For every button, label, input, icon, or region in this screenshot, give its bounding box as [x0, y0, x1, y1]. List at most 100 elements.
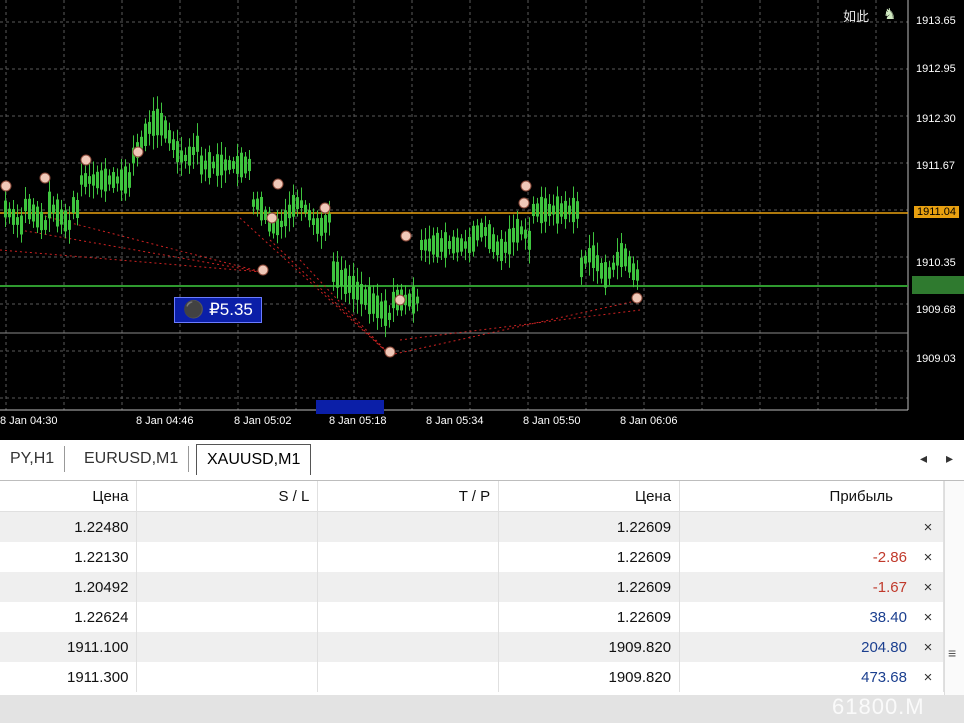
- candle: [548, 203, 551, 217]
- candle: [88, 176, 91, 184]
- price-axis-label: 1912.95: [916, 63, 956, 75]
- price-axis-label: 1913.65: [916, 15, 956, 27]
- candle: [76, 199, 79, 219]
- table-row[interactable]: 1.22480 1.22609 ×: [0, 511, 944, 542]
- cell-tp[interactable]: [317, 602, 500, 632]
- time-axis-label: 8 Jan 04:30: [0, 415, 58, 427]
- candle: [240, 152, 243, 178]
- cell-sl[interactable]: [136, 632, 319, 662]
- cell-profit: 38.40 ×: [679, 602, 944, 632]
- close-position-icon[interactable]: ×: [921, 639, 935, 656]
- cell-open-price: 1911.300: [0, 662, 138, 692]
- close-position-icon[interactable]: ×: [921, 669, 935, 686]
- profit-value: 473.68: [861, 668, 907, 686]
- tab-py-h1[interactable]: PY,H1: [0, 446, 66, 472]
- table-row[interactable]: 1.20492 1.22609 -1.67 ×: [0, 572, 944, 602]
- cell-tp[interactable]: [317, 572, 500, 602]
- candle: [380, 301, 383, 319]
- candle: [428, 238, 431, 252]
- price-axis-label: 1911.67: [916, 160, 955, 172]
- col-header-price[interactable]: Цена: [498, 481, 681, 512]
- candle: [232, 161, 235, 169]
- col-header-open-price[interactable]: Цена: [0, 481, 138, 512]
- candle: [624, 248, 627, 267]
- menu-lines-icon[interactable]: ≡: [948, 645, 956, 661]
- col-header-tp[interactable]: T / P: [317, 481, 500, 512]
- tab-scroll-left-icon[interactable]: ◂: [920, 450, 927, 467]
- candle: [44, 220, 47, 230]
- order-price-label-partial[interactable]: [316, 400, 384, 414]
- candle: [84, 173, 87, 187]
- table-row[interactable]: 1911.300 1909.820 473.68 ×: [0, 662, 944, 692]
- trade-marker: [394, 294, 406, 306]
- trade-marker: [319, 202, 331, 214]
- candle: [524, 229, 527, 239]
- candle: [592, 245, 595, 268]
- candle: [472, 225, 475, 252]
- candle: [448, 241, 451, 249]
- candle: [320, 217, 323, 236]
- col-header-profit[interactable]: Прибыль: [679, 481, 944, 512]
- tab-scroll-right-icon[interactable]: ▸: [946, 450, 953, 467]
- candle: [280, 220, 283, 228]
- cell-sl[interactable]: [136, 602, 319, 632]
- cell-tp[interactable]: [317, 542, 500, 572]
- close-position-icon[interactable]: ×: [921, 549, 935, 566]
- candle: [48, 191, 51, 219]
- close-position-icon[interactable]: ×: [921, 579, 935, 596]
- candle: [292, 194, 295, 217]
- price-chart[interactable]: 1913.65 1912.95 1912.30 1911.67 1911.04 1910.…: [0, 0, 964, 440]
- candle: [156, 108, 159, 136]
- tab-xauusd-m1[interactable]: XAUUSD,M1: [196, 444, 312, 475]
- candle: [128, 172, 131, 188]
- account-text: 如此: [843, 9, 870, 24]
- table-scrollbar[interactable]: [944, 481, 964, 695]
- cell-tp[interactable]: [317, 662, 500, 692]
- candle: [544, 198, 547, 222]
- close-position-icon[interactable]: ×: [921, 609, 935, 626]
- cell-tp[interactable]: [317, 632, 500, 662]
- candle: [328, 213, 331, 223]
- cell-sl[interactable]: [136, 572, 319, 602]
- candle: [496, 241, 499, 256]
- candle: [144, 123, 147, 146]
- chart-canvas[interactable]: [0, 0, 964, 440]
- candle: [152, 110, 155, 136]
- candle: [60, 209, 63, 225]
- candle: [212, 161, 215, 169]
- trade-history-line: [39, 214, 263, 273]
- candle: [464, 241, 467, 249]
- cell-tp[interactable]: [317, 511, 500, 542]
- cell-open-price: 1.22480: [0, 511, 138, 542]
- order-price-label[interactable]: ⚫ ₽5.35: [174, 297, 262, 323]
- candle: [476, 225, 479, 241]
- cell-price: 1909.820: [498, 662, 681, 692]
- trade-marker: [39, 172, 51, 184]
- candle: [528, 230, 531, 250]
- table-row[interactable]: 1911.100 1909.820 204.80 ×: [0, 632, 944, 662]
- table-row[interactable]: 1.22130 1.22609 -2.86 ×: [0, 542, 944, 572]
- tab-eurusd-m1[interactable]: EURUSD,M1: [74, 446, 190, 472]
- trade-marker: [518, 197, 530, 209]
- cell-sl[interactable]: [136, 511, 319, 542]
- cell-profit: -2.86 ×: [679, 542, 944, 572]
- candle: [516, 218, 519, 243]
- candle: [288, 204, 291, 219]
- col-header-sl[interactable]: S / L: [136, 481, 319, 512]
- close-position-icon[interactable]: ×: [921, 519, 935, 536]
- candle: [16, 217, 19, 225]
- candle: [568, 205, 571, 215]
- cell-profit: 204.80 ×: [679, 632, 944, 662]
- candle: [220, 154, 223, 176]
- cell-sl[interactable]: [136, 542, 319, 572]
- table-row[interactable]: 1.22624 1.22609 38.40 ×: [0, 602, 944, 632]
- cell-sl[interactable]: [136, 662, 319, 692]
- cell-price: 1909.820: [498, 632, 681, 662]
- candle: [340, 269, 343, 287]
- trade-marker: [272, 178, 284, 190]
- candle: [488, 224, 491, 249]
- user-icon[interactable]: ♞: [883, 5, 903, 23]
- candle: [352, 275, 355, 300]
- candle: [12, 209, 15, 225]
- candle: [124, 166, 127, 194]
